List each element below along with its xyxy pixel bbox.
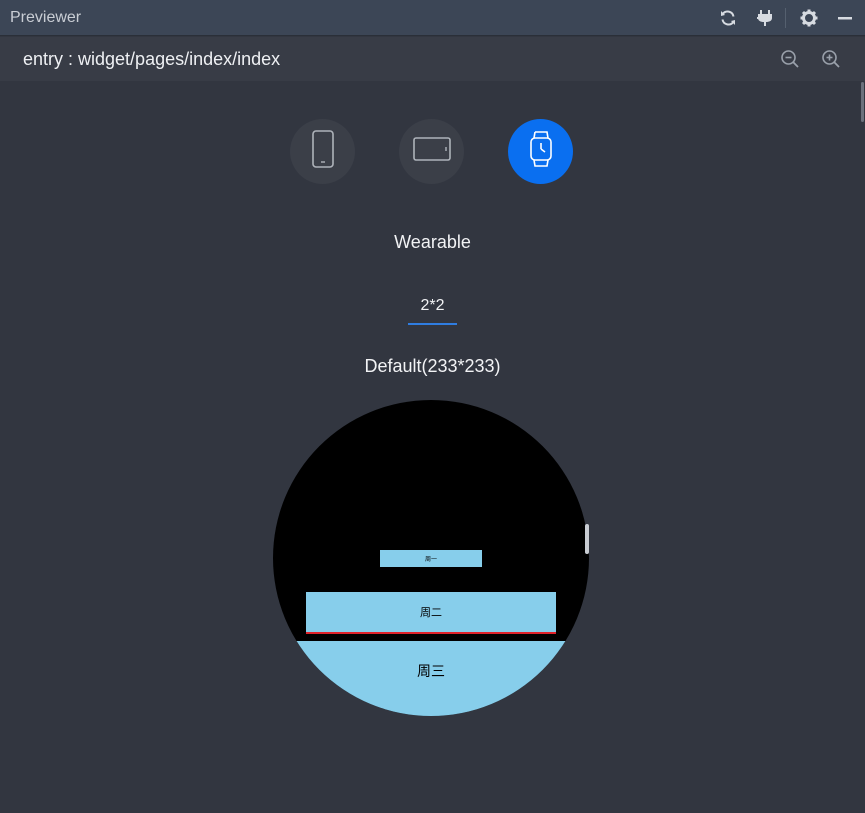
device-wearable-button[interactable]	[508, 119, 573, 184]
title-bar: Previewer	[0, 0, 865, 36]
device-type-label: Wearable	[394, 232, 471, 252]
list-item[interactable]: 周二	[306, 592, 556, 634]
tablet-icon	[412, 135, 452, 168]
size-tab-2x2[interactable]: 2*2	[408, 297, 457, 325]
previewer-window: Previewer entry: widget/pages/index/ind…	[0, 0, 865, 813]
watch-scroll-indicator	[585, 524, 589, 554]
size-caption: Default(233*233)	[364, 356, 501, 376]
watch-icon	[528, 130, 554, 173]
device-tablet-button[interactable]	[399, 119, 464, 184]
phone-icon	[311, 129, 335, 174]
window-title: Previewer	[10, 9, 82, 26]
device-phone-button[interactable]	[290, 119, 355, 184]
gear-icon[interactable]	[797, 6, 821, 30]
path-bar: entry : widget/pages/index/index	[0, 37, 865, 81]
list-item[interactable]: 周一	[380, 550, 482, 567]
page-path: entry : widget/pages/index/index	[23, 49, 281, 69]
minimize-icon[interactable]	[833, 6, 857, 30]
watch-preview: 周一 周二 周三	[273, 400, 589, 716]
scrollbar[interactable]	[861, 82, 864, 122]
zoom-out-icon[interactable]	[779, 48, 801, 70]
refresh-icon[interactable]	[716, 6, 740, 30]
list-item[interactable]: 周三	[273, 641, 589, 716]
zoom-in-icon[interactable]	[820, 48, 842, 70]
toolbar-separator	[785, 8, 786, 28]
plug-icon[interactable]	[753, 6, 777, 30]
